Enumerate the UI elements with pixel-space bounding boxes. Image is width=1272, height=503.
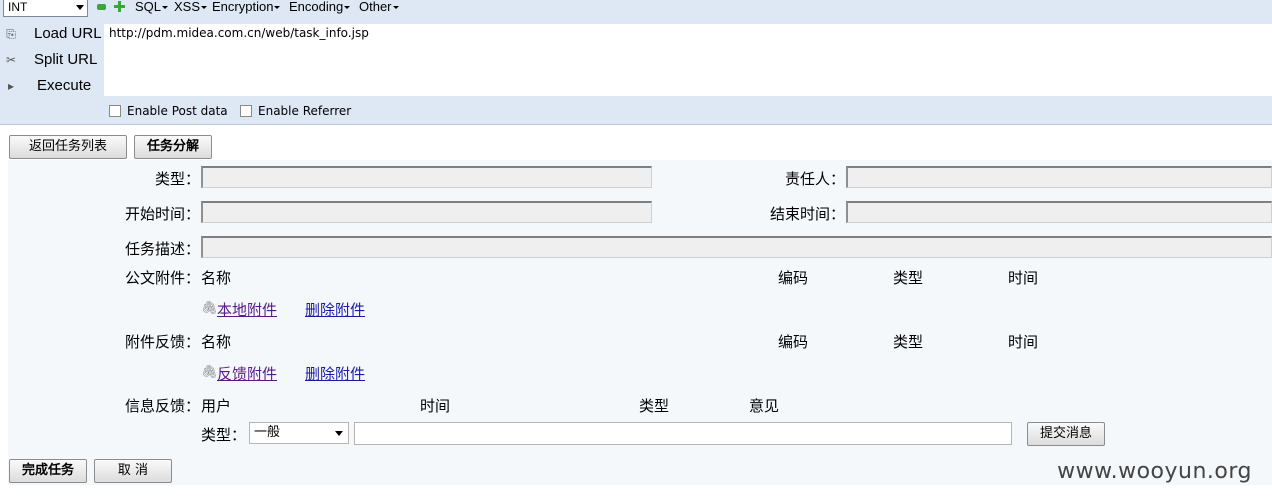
message-type-label: 类型： [201,426,247,444]
task-split-button[interactable]: 任务分解 [134,135,212,159]
col-opinion: 意见 [749,397,780,415]
minus-icon[interactable] [97,4,106,10]
message-type-select[interactable]: 一般 [249,422,349,444]
owner-label: 责任人： [784,170,845,188]
paperclip-icon: 🖇 [201,301,218,316]
end-time-field[interactable] [846,201,1272,223]
dropdown-triangle-icon [201,6,208,10]
dropdown-triangle-icon [162,6,169,10]
col-time: 时间 [420,397,451,415]
col-type: 类型 [893,269,924,287]
paperclip-icon: 🖇 [201,365,218,380]
col-time: 时间 [1008,333,1039,351]
start-time-field[interactable] [201,201,652,223]
chevron-down-icon [335,431,343,436]
message-input[interactable] [354,422,1012,445]
int-select-value: INT [8,0,28,14]
col-name: 名称 [201,269,232,287]
col-user: 用户 [201,397,232,415]
end-time-label: 结束时间： [769,205,845,223]
int-select[interactable]: INT [3,0,88,17]
dropdown-triangle-icon [392,6,399,10]
execute-button[interactable]: ▸ Execute [0,75,104,99]
menu-encryption[interactable]: Encryption [212,0,281,14]
enable-post-checkbox[interactable]: Enable Post data [109,104,228,118]
hackbar-toolbar: INT SQL XSS Encryption Encoding Other ⎘ … [0,0,1272,125]
scissors-icon: ✂ [5,53,17,67]
load-url-button[interactable]: ⎘ Load URL [0,23,104,47]
delete-attachment-link[interactable]: 删除附件 [305,299,365,320]
type-field[interactable] [201,166,652,188]
back-to-task-list-button[interactable]: 返回任务列表 [9,135,127,159]
menu-encoding[interactable]: Encoding [289,0,351,14]
play-icon: ▸ [7,79,15,93]
load-url-icon: ⎘ [6,27,16,41]
task-description-label: 任务描述： [124,240,200,258]
menu-sql[interactable]: SQL [135,0,169,14]
local-attachment-link[interactable]: 本地附件 [217,299,277,320]
dropdown-triangle-icon [344,6,351,10]
info-feedback-label: 信息反馈： [124,397,200,415]
dropdown-triangle-icon [274,6,281,10]
type-label: 类型： [154,170,200,188]
submit-message-button[interactable]: 提交消息 [1027,422,1105,446]
col-time: 时间 [1008,269,1039,287]
message-type-value: 一般 [254,425,281,440]
split-url-button[interactable]: ✂ Split URL [0,49,104,73]
doc-attachment-label: 公文附件： [124,269,200,287]
feedback-attachment-link[interactable]: 反馈附件 [217,363,277,384]
cancel-button[interactable]: 取 消 [94,459,172,483]
start-time-label: 开始时间： [124,205,200,223]
col-name: 名称 [201,333,232,351]
chevron-down-icon [76,5,84,10]
url-textarea[interactable]: http://pdm.midea.com.cn/web/task_info.js… [104,24,1272,96]
wooyun-watermark: www.wooyun.org [1057,459,1252,484]
col-type: 类型 [893,333,924,351]
delete-attachment-link[interactable]: 删除附件 [305,363,365,384]
plus-icon[interactable] [114,1,125,12]
menu-xss[interactable]: XSS [174,0,208,14]
checkbox-box [109,105,121,117]
feedback-attachment-label: 附件反馈： [124,333,200,351]
enable-referrer-checkbox[interactable]: Enable Referrer [240,104,351,118]
col-code: 编码 [778,333,809,351]
hackbar-menubar: INT SQL XSS Encryption Encoding Other [0,0,1272,20]
menu-other[interactable]: Other [359,0,399,14]
col-code: 编码 [778,269,809,287]
task-description-field[interactable] [201,236,1272,258]
owner-field[interactable] [846,166,1272,188]
checkbox-box [240,105,252,117]
col-type: 类型 [639,397,670,415]
complete-task-button[interactable]: 完成任务 [9,459,87,483]
